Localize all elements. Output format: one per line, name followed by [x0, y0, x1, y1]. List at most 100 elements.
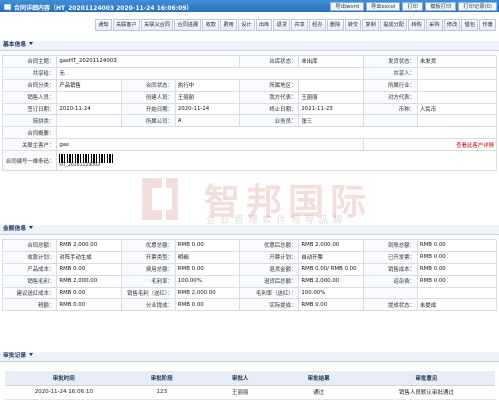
field-value: RMB 0.00 — [174, 298, 241, 312]
field-value: RMB 0.00 — [56, 286, 122, 300]
titlebar-actions: 导出word 导出excel 打印 模板打印 打印记录(0) — [330, 1, 497, 11]
collapse-triangle-icon[interactable] — [29, 42, 34, 45]
toolbar-button-9[interactable]: 退货 — [273, 19, 291, 31]
toolbar-button-3[interactable]: 关联父合同 — [140, 19, 174, 31]
field-value: RMB 2,000.00 — [56, 274, 122, 288]
toolbar-button-20[interactable]: 作废 — [479, 19, 496, 31]
barcode-image — [59, 153, 114, 163]
field-value: RMB 2,000.00 — [174, 286, 241, 300]
company-watermark: 智邦国际 企业管理软件领导品牌 — [138, 174, 499, 226]
toolbar-button-13[interactable]: 转交 — [344, 19, 362, 31]
document-icon — [4, 4, 11, 10]
titlebar-button-2[interactable]: 导出excel — [366, 1, 401, 11]
field-value — [56, 90, 122, 104]
field-label: 关联主客户： — [1, 138, 58, 152]
section-amount-info[interactable]: 金额信息 — [0, 225, 499, 235]
field-value: 2020-11-24 — [56, 102, 122, 116]
field-value: 王丽丽 — [174, 90, 241, 104]
field-label: 收款计划： — [1, 250, 58, 264]
basic-row: 签订日期： 2020-11-24 开始日期： 2020-11-24 终止日期： 2021-… — [1, 102, 498, 116]
field-value: 未出库 — [298, 55, 364, 68]
field-label: 提成状态： — [362, 298, 418, 312]
field-label: 出库状态： — [239, 55, 300, 68]
field-value: 张三 — [298, 114, 364, 128]
titlebar-button-1[interactable]: 导出word — [330, 1, 365, 11]
view-customer-link[interactable]: 查看此客户详情 — [362, 138, 498, 152]
field-value — [56, 126, 497, 140]
field-value: RMB 0.00 — [174, 239, 241, 252]
field-value: 产品销售 — [56, 78, 122, 92]
titlebar-button-4[interactable]: 模板打印 — [425, 1, 457, 11]
titlebar-button-3[interactable]: 打印 — [402, 1, 424, 11]
watermark-title: 智邦国际 — [204, 182, 373, 223]
field-label: 到账总额： — [362, 239, 418, 252]
field-label: 销售人员： — [1, 90, 58, 104]
basic-row: 合同分类： 产品销售 合同状态： 执行中 所属地区： 所属行业： — [1, 78, 498, 92]
field-value — [416, 114, 498, 128]
field-value: RMB 0.00 — [56, 262, 122, 276]
section-basic-info[interactable]: 基本信息 — [0, 41, 499, 51]
field-label: 所属地区： — [239, 78, 300, 92]
field-value: 对阵手动生成 — [56, 250, 122, 264]
amount-row: 合同总额： RMB 2,000.00 优惠总额： RMB 0.00 优惠后总额： RMB … — [1, 239, 498, 252]
field-value: 王丽丽 — [298, 90, 364, 104]
field-label: 创建人员： — [120, 90, 176, 104]
contract-barcode-cell: HT_20201124003 — [56, 150, 497, 172]
field-label: 开票类型： — [120, 250, 176, 264]
toolbar-button-15[interactable]: 提成分配 — [380, 19, 408, 31]
field-value: RMB 0.00 — [416, 262, 498, 276]
field-value — [416, 78, 498, 92]
toolbar-button-12[interactable]: 删除 — [326, 19, 344, 31]
toolbar-button-2[interactable]: 关联客户 — [112, 19, 140, 31]
toolbar-button-14[interactable]: 复制 — [362, 19, 380, 31]
window-title-text: 合同详细内容（HT_20201124003 2020-11-24 16:06:0… — [14, 4, 193, 12]
audit-column-header: 审批时间 — [5, 371, 123, 386]
basic-row: 合同概要： — [1, 126, 497, 140]
toolbar-button-8[interactable]: 出库 — [255, 19, 273, 31]
field-value: RMB 0.00 — [416, 274, 498, 288]
contract-barcode: HT_20201124003 — [59, 153, 114, 168]
toolbar-button-17[interactable]: 采购 — [425, 19, 443, 31]
field-value: RMB 2,000.00 — [56, 239, 122, 252]
toolbar-button-4[interactable]: 合同进展 — [174, 19, 202, 31]
field-value: 100.00% — [174, 274, 241, 288]
collapse-triangle-icon[interactable] — [29, 226, 34, 229]
field-label: 毛利率（送红）： — [239, 286, 300, 300]
field-value: 自动开票 — [298, 250, 364, 264]
field-value: RMB 0.00 — [298, 298, 364, 312]
action-toolbar: 通知 关联客户 关联父合同 合同进展 收款 费用 设计 出库 退货 共享 经办 删除 转交 复制 提成分配转… — [0, 19, 499, 32]
field-value: 未提成 — [416, 298, 498, 312]
toolbar-button-6[interactable]: 费用 — [220, 19, 237, 31]
audit-cell: 2020-11-24 16:06:10 — [5, 385, 123, 400]
company-logo-icon — [142, 178, 178, 220]
toolbar-button-19[interactable]: 借包 — [461, 19, 479, 31]
field-value: RMB 2,000.00 — [298, 239, 364, 252]
field-label: 合同编号一维条码： — [1, 150, 58, 172]
section-audit-records[interactable]: 审批记录 — [0, 352, 499, 362]
field-label: 简拼类： — [1, 114, 58, 128]
field-value: 未发货 — [416, 55, 498, 68]
toolbar-button-10[interactable]: 共享 — [291, 19, 308, 31]
field-label: 合同分类： — [1, 78, 58, 92]
toolbar-button-11[interactable]: 经办 — [308, 19, 326, 31]
audit-column-header: 审批阶段 — [122, 371, 201, 386]
toolbar-button-5[interactable]: 收款 — [202, 19, 220, 31]
field-label: 合同状态： — [120, 78, 176, 92]
field-label: 分业提成： — [120, 298, 176, 312]
collapse-triangle-icon[interactable] — [29, 353, 34, 356]
field-value: RMB 2,000.00 — [298, 274, 364, 288]
field-label: 优惠后总额： — [239, 239, 300, 252]
field-label: 币种： — [362, 102, 418, 116]
toolbar-button-7[interactable]: 设计 — [237, 19, 255, 31]
titlebar-button-5[interactable]: 打印记录(0) — [458, 1, 497, 11]
field-label: 销售毛利（送红）： — [120, 286, 176, 300]
field-label: 销售毛利： — [1, 274, 58, 288]
audit-header-row: 审批时间 审批阶段 审批人 审批结果 审批意见 — [5, 371, 495, 386]
field-label: 共享人： — [362, 66, 418, 80]
toolbar-button-1[interactable]: 通知 — [95, 19, 112, 31]
field-label: 销售成本： — [362, 262, 418, 276]
audit-row: 2020-11-24 16:06:10 123 王丽丽 通过 销售人员默认审批通过 — [5, 385, 495, 400]
toolbar-button-16[interactable]: 转购 — [408, 19, 425, 31]
toolbar-button-18[interactable]: 修改 — [443, 19, 461, 31]
audit-cell: 通过 — [279, 385, 358, 400]
